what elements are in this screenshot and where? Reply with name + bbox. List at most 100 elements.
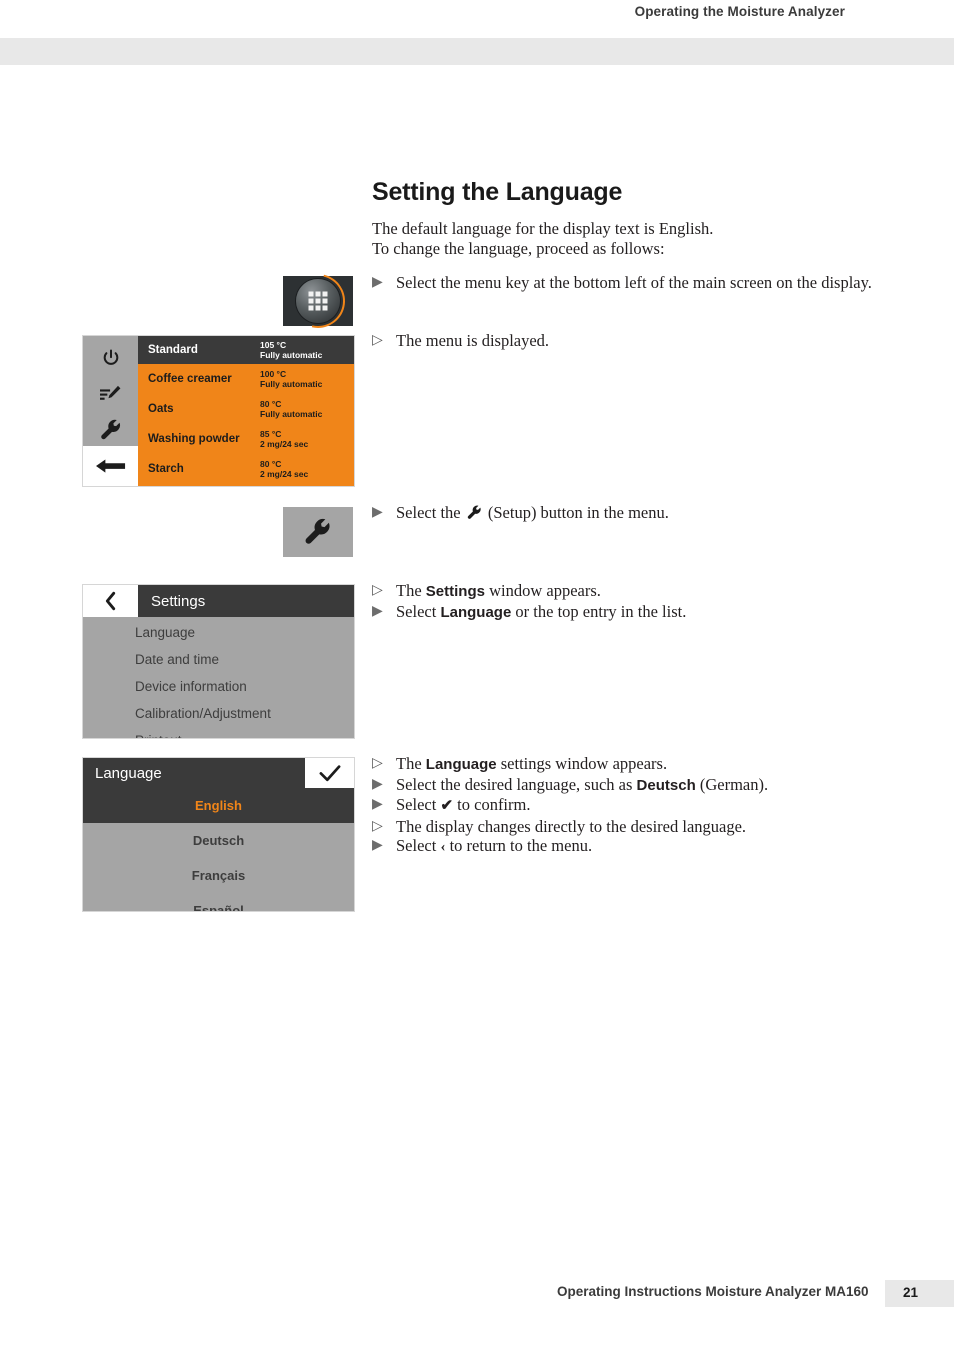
checkmark-icon[interactable]: [305, 758, 354, 788]
program-mode: 2 mg/24 sec: [260, 469, 309, 479]
step-text-prefix: The: [396, 581, 422, 600]
table-row[interactable]: Coffee creamer 100 °C Fully automatic: [138, 364, 354, 394]
instruction-line: ▷ The display changes directly to the de…: [372, 817, 768, 837]
step-marker-action: ▶: [372, 797, 383, 812]
program-temp: 80 °C: [260, 458, 282, 469]
step-marker-result: ▷: [372, 333, 383, 348]
step-text-bold: Language: [425, 756, 497, 773]
instruction-line: ▶ Select ✔ to confirm.: [372, 795, 768, 817]
power-icon[interactable]: [83, 340, 138, 376]
program-temp: 105 °C: [260, 339, 287, 350]
step-text-suffix: to return to the menu.: [449, 836, 593, 855]
step-marker-action: ▶: [372, 505, 383, 520]
chevron-left-inline-icon: ‹: [440, 839, 446, 855]
program-mode: Fully automatic: [260, 409, 323, 419]
program-list: Standard 105 °C Fully automatic Coffee c…: [138, 336, 354, 486]
intro-line-2: To change the language, proceed as follo…: [372, 239, 665, 258]
edit-list-icon[interactable]: [83, 376, 138, 412]
step-text: The menu is displayed.: [396, 331, 550, 350]
chevron-left-icon[interactable]: [83, 585, 138, 617]
list-item[interactable]: English: [83, 788, 354, 823]
program-mode: 2 mg/24 sec: [260, 439, 309, 449]
step-menu-displayed: ▷ The menu is displayed.: [372, 331, 549, 351]
wrench-icon[interactable]: [83, 412, 138, 448]
step-marker-action: ▶: [372, 603, 383, 619]
step-text: The display changes directly to the desi…: [396, 816, 747, 836]
instruction-line: ▶ Select Language or the top entry in th…: [372, 602, 686, 623]
step-text-prefix: Select: [396, 795, 437, 814]
step-marker-result: ▷: [372, 583, 383, 598]
language-panel: Language English Deutsch Français Españo…: [82, 757, 355, 912]
program-values: 100 °C Fully automatic: [260, 369, 322, 390]
sidebar-item-device-information[interactable]: Device information: [135, 679, 247, 694]
instruction-line: ▷ The Settings window appears.: [372, 581, 686, 602]
settings-panel: Settings Language Date and time Device i…: [82, 584, 355, 739]
list-item[interactable]: Español: [83, 893, 354, 911]
table-row[interactable]: Oats 80 °C Fully automatic: [138, 394, 354, 424]
step-text-bold: Deutsch: [636, 776, 696, 794]
program-values: 85 °C 2 mg/24 sec: [260, 429, 308, 450]
step-text-suffix: settings window appears.: [500, 754, 668, 773]
program-name: Oats: [148, 403, 174, 415]
sidebar-item-language[interactable]: Language: [135, 625, 195, 640]
page-number: 21: [903, 1285, 919, 1300]
step-text-prefix: The: [396, 754, 422, 773]
step-marker-action: ▶: [372, 838, 383, 853]
step-text-prefix: Select the desired language, such as: [396, 774, 633, 794]
program-values: 80 °C 2 mg/24 sec: [260, 459, 308, 480]
step-language-block: ▷ The Language settings window appears. …: [372, 754, 768, 858]
table-row[interactable]: Washing powder 85 °C 2 mg/24 sec: [138, 424, 354, 454]
intro-paragraph: The default language for the display tex…: [372, 219, 713, 259]
step-text: Select the menu key at the bottom left o…: [396, 273, 872, 292]
sidebar-item-date-and-time[interactable]: Date and time: [135, 652, 219, 667]
language-title: Language: [95, 764, 162, 782]
program-name: Standard: [148, 344, 198, 356]
menu-side-rail: [83, 336, 138, 486]
list-item[interactable]: Deutsch: [83, 823, 354, 858]
program-temp: 80 °C: [260, 398, 282, 409]
footer-title: Operating Instructions Moisture Analyzer…: [557, 1284, 869, 1299]
wrench-inline-icon: [467, 505, 481, 519]
step-text-prefix: Select: [396, 601, 437, 621]
settings-title: Settings: [151, 592, 206, 610]
step-text-prefix: Select the: [396, 503, 461, 522]
program-name: Coffee creamer: [148, 373, 232, 385]
step-text-bold: Language: [440, 603, 512, 621]
checkmark-inline-icon: ✔: [440, 798, 454, 814]
instruction-line: ▷ The menu is displayed.: [372, 331, 549, 351]
step-text-suffix: or the top entry in the list.: [515, 601, 687, 621]
setup-wrench-key-button[interactable]: [283, 507, 353, 557]
list-item[interactable]: Français: [83, 858, 354, 893]
device-menu-panel: Standard 105 °C Fully automatic Coffee c…: [82, 335, 355, 487]
sidebar-item-calibration-adjustment[interactable]: Calibration/Adjustment: [135, 706, 271, 721]
running-header-band: [0, 38, 954, 65]
instruction-line: ▶ Select the menu key at the bottom left…: [372, 273, 872, 293]
program-temp: 85 °C: [260, 428, 282, 439]
program-values: 105 °C Fully automatic: [260, 340, 322, 361]
table-row[interactable]: Starch 80 °C 2 mg/24 sec: [138, 454, 354, 484]
program-values: 80 °C Fully automatic: [260, 399, 322, 420]
program-mode: Fully automatic: [260, 379, 323, 389]
step-text-suffix: window appears.: [489, 581, 601, 600]
back-arrow-icon[interactable]: [83, 446, 138, 486]
instruction-line: ▷ The Language settings window appears.: [372, 754, 768, 775]
step-marker-result: ▷: [372, 756, 383, 771]
step-text-prefix: Select: [396, 836, 437, 855]
intro-line-1: The default language for the display tex…: [372, 219, 714, 238]
step-setup-button: ▶ Select the (Setup) button in the menu.: [372, 503, 669, 523]
step-text-suffix: (Setup) button in the menu.: [487, 503, 669, 522]
step-menu-key: ▶ Select the menu key at the bottom left…: [372, 273, 872, 293]
program-temp: 100 °C: [260, 368, 287, 379]
page-title: Setting the Language: [372, 178, 623, 206]
wrench-icon: [305, 518, 330, 544]
program-mode: Fully automatic: [260, 350, 323, 360]
step-text-suffix: to confirm.: [457, 795, 531, 814]
step-text-suffix: (German).: [699, 774, 769, 794]
running-header-title: Operating the Moisture Analyzer: [634, 4, 845, 19]
page-number-box: [885, 1280, 954, 1307]
instruction-line: ▶ Select the (Setup) button in the menu.: [372, 503, 669, 523]
menu-grid-key-button[interactable]: [280, 263, 356, 339]
step-marker-action: ▶: [372, 776, 383, 792]
table-row[interactable]: Standard 105 °C Fully automatic: [138, 336, 354, 364]
sidebar-item-printout[interactable]: Printout: [135, 733, 182, 738]
